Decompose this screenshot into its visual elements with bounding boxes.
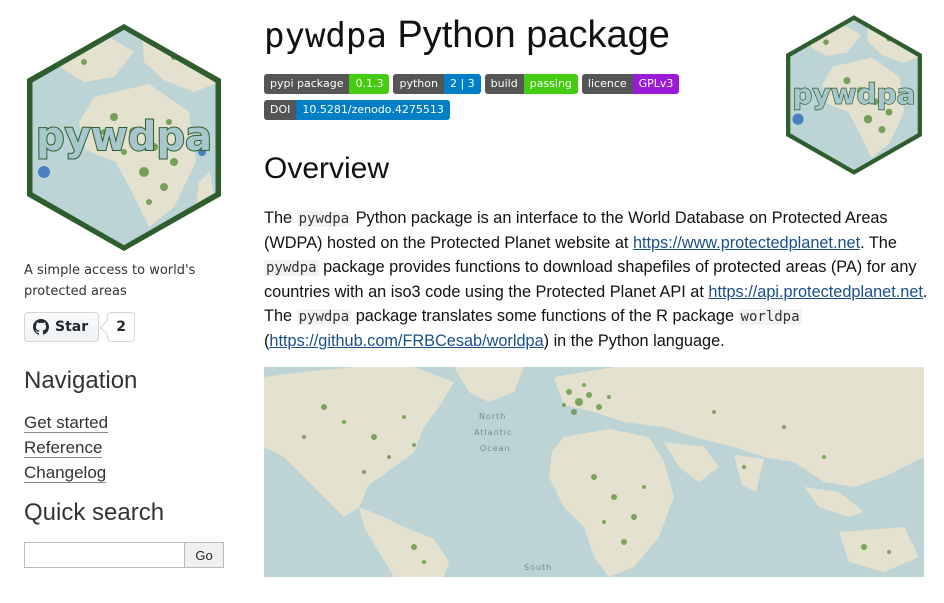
- map-label-atlantic: Atlantic: [474, 428, 512, 437]
- logo-text: pywdpa: [36, 114, 212, 160]
- inline-code: pywdpa: [296, 309, 352, 325]
- badge-value: 2 | 3: [443, 74, 481, 94]
- search-go-button[interactable]: Go: [184, 542, 224, 568]
- github-icon: [33, 319, 49, 335]
- badge-licence[interactable]: licence GPLv3: [581, 74, 680, 94]
- quick-search-heading: Quick search: [24, 499, 165, 526]
- badge-value: 10.5281/zenodo.4275513: [296, 100, 450, 120]
- link-github-worldpa[interactable]: https://github.com/FRBCesab/worldpa: [269, 332, 543, 350]
- logo-text-small: pywdpa: [792, 78, 915, 111]
- text-segment: . The: [860, 234, 897, 252]
- badges: pypi package 0.1.3 python 2 | 3 build passi…: [264, 74, 684, 120]
- sidebar: pywdpa A simple access to world's protec…: [24, 0, 224, 603]
- github-star-count[interactable]: 2: [107, 312, 136, 342]
- navigation-heading: Navigation: [24, 367, 138, 394]
- github-star-button[interactable]: Star: [24, 312, 100, 342]
- search-input[interactable]: [24, 542, 184, 568]
- badge-label: python: [393, 74, 444, 94]
- page-title: pywdpa Python package: [264, 14, 670, 57]
- github-star-widget: Star 2: [24, 312, 136, 342]
- tagline: A simple access to world's protected are…: [24, 263, 196, 299]
- nav-link-changelog[interactable]: Changelog: [24, 463, 107, 483]
- main-content: pywdpa Python package pypi package 0.1.3 …: [264, 0, 927, 603]
- link-protectedplanet-api[interactable]: https://api.protectedplanet.net: [708, 283, 923, 301]
- map-label-north: North: [479, 412, 506, 421]
- nav-link-get-started[interactable]: Get started: [24, 413, 109, 433]
- badge-label: DOI: [264, 100, 297, 120]
- badge-label: pypi package: [264, 74, 350, 94]
- nav-link-reference[interactable]: Reference: [24, 438, 103, 458]
- map-label-ocean: Ocean: [480, 444, 511, 453]
- pywdpa-logo-small: pywdpa: [786, 15, 922, 175]
- github-star-label: Star: [55, 319, 89, 335]
- badge-label: build: [484, 74, 524, 94]
- link-protectedplanet[interactable]: https://www.protectedplanet.net: [633, 234, 860, 252]
- badge-value: 0.1.3: [349, 74, 390, 94]
- text-segment: package translates some functions of the…: [351, 307, 739, 325]
- quick-search-form: Go: [24, 542, 224, 568]
- badge-python[interactable]: python 2 | 3: [393, 74, 481, 94]
- pywdpa-logo[interactable]: pywdpa: [24, 22, 224, 253]
- title-package-name: pywdpa: [264, 16, 387, 56]
- inline-code: pywdpa: [264, 260, 319, 276]
- badge-value: passing: [523, 74, 578, 94]
- text-segment: The: [264, 209, 297, 227]
- badge-build[interactable]: build passing: [484, 74, 578, 94]
- title-rest: Python package: [386, 14, 670, 56]
- overview-paragraph: The pywdpa Python package is an interfac…: [264, 206, 928, 353]
- badge-doi[interactable]: DOI 10.5281/zenodo.4275513: [264, 100, 450, 120]
- inline-code: pywdpa: [296, 211, 352, 227]
- text-segment: ) in the Python language.: [543, 332, 725, 350]
- world-map-image: North Atlantic Ocean South: [264, 367, 924, 577]
- inline-code: worldpa: [738, 309, 802, 325]
- map-label-south: South: [524, 563, 552, 572]
- badge-pypi[interactable]: pypi package 0.1.3: [264, 74, 390, 94]
- overview-heading: Overview: [264, 152, 390, 185]
- badge-label: licence: [581, 74, 633, 94]
- badge-value: GPLv3: [632, 74, 680, 94]
